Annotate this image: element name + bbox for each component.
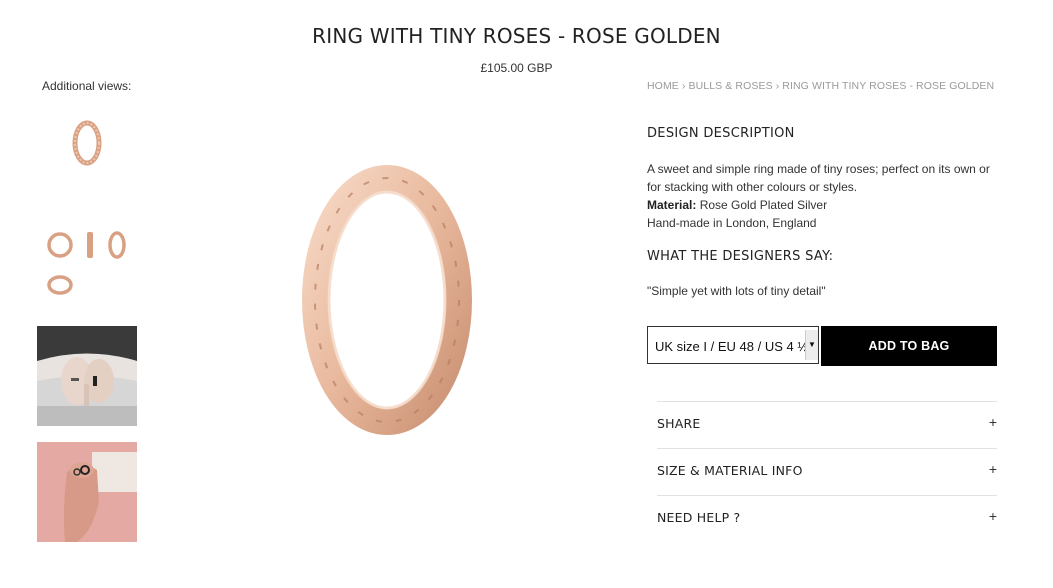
material-value: Rose Gold Plated Silver xyxy=(699,198,828,212)
accordion-size-material[interactable]: SIZE & MATERIAL INFO + xyxy=(657,448,997,495)
dropdown-arrow-icon: ▼ xyxy=(805,330,818,360)
breadcrumb-home[interactable]: HOME xyxy=(647,80,679,92)
accordion-need-help[interactable]: NEED HELP ? + xyxy=(657,495,997,542)
ring-single-image xyxy=(37,95,137,195)
made-in-text: Hand-made in London, England xyxy=(647,216,817,230)
ring-multi-image xyxy=(37,212,137,312)
plus-icon: + xyxy=(988,414,997,430)
accordion-share-label: SHARE xyxy=(657,416,701,431)
thumbnail-hand-pink[interactable] xyxy=(37,442,137,542)
accordion-size-material-label: SIZE & MATERIAL INFO xyxy=(657,463,803,478)
breadcrumb-separator: › xyxy=(775,80,780,92)
accordion-share[interactable]: SHARE + xyxy=(657,401,997,448)
breadcrumb: HOME › BULLS & ROSES › RING WITH TINY ROSES … xyxy=(647,80,994,92)
hands-photo-image xyxy=(37,326,137,426)
designers-say-heading: WHAT THE DESIGNERS SAY: xyxy=(647,249,834,264)
thumbnail-hands-photo[interactable] xyxy=(37,326,137,426)
size-select[interactable]: UK size I / EU 48 / US 4 ½ ▼ xyxy=(647,326,819,364)
add-to-bag-button[interactable]: ADD TO BAG xyxy=(821,326,997,366)
thumbnail-ring-multi[interactable] xyxy=(37,212,137,312)
breadcrumb-separator: › xyxy=(681,80,686,92)
thumbnail-ring-single[interactable] xyxy=(37,95,137,195)
material-label: Material: xyxy=(647,198,697,212)
main-product-image[interactable] xyxy=(262,160,552,460)
product-price: £105.00 GBP xyxy=(480,61,553,75)
designers-quote: "Simple yet with lots of tiny detail" xyxy=(647,284,826,298)
size-select-value: UK size I / EU 48 / US 4 ½ xyxy=(655,339,805,354)
hand-pink-image xyxy=(37,442,137,542)
breadcrumb-bulls-roses[interactable]: BULLS & ROSES xyxy=(689,80,773,92)
plus-icon: + xyxy=(988,508,997,524)
ring-main-image xyxy=(302,165,472,435)
material-line: Material: Rose Gold Plated Silver xyxy=(647,196,1007,214)
product-title: RING WITH TINY ROSES - ROSE GOLDEN xyxy=(312,24,721,48)
description-text: A sweet and simple ring made of tiny ros… xyxy=(647,162,990,194)
plus-icon: + xyxy=(988,461,997,477)
design-description: A sweet and simple ring made of tiny ros… xyxy=(647,160,1007,232)
breadcrumb-current[interactable]: RING WITH TINY ROSES - ROSE GOLDEN xyxy=(782,80,994,92)
accordion-need-help-label: NEED HELP ? xyxy=(657,510,741,525)
design-description-heading: DESIGN DESCRIPTION xyxy=(647,126,795,141)
additional-views-label: Additional views: xyxy=(42,79,132,93)
